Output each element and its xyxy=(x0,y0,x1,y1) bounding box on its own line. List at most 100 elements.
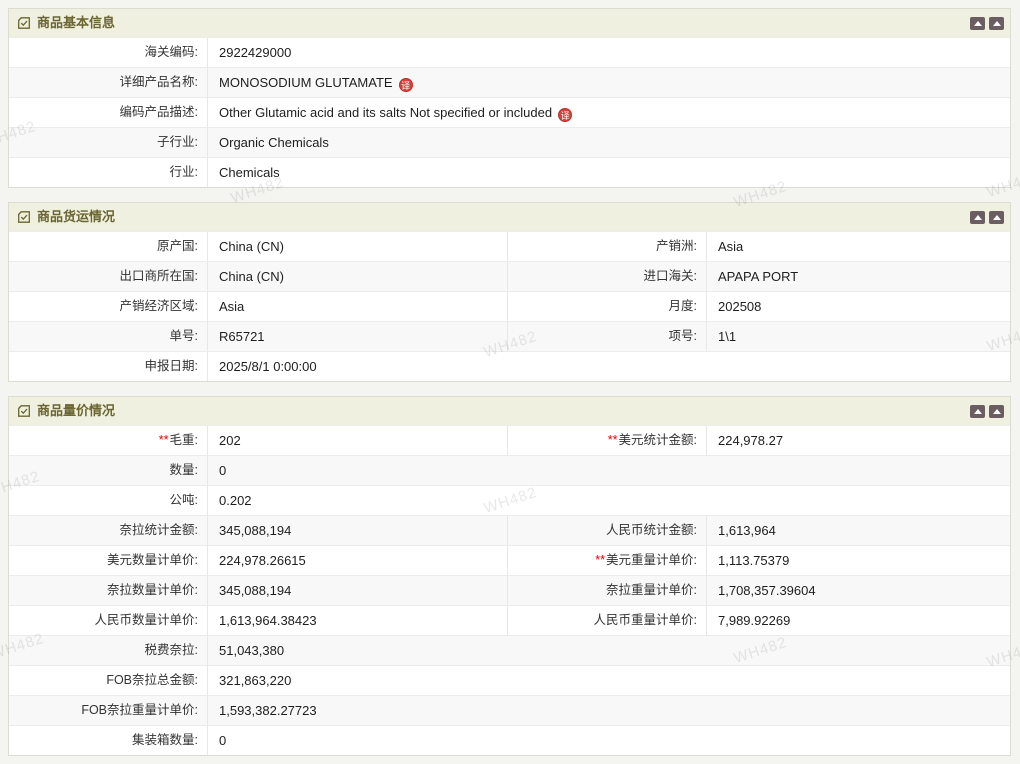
up-triangle-icon xyxy=(974,215,982,220)
field-value: Asia xyxy=(208,292,508,321)
checklist-icon xyxy=(17,16,31,30)
field-label: 原产国: xyxy=(9,232,208,261)
table-row: 原产国: China (CN) 产销洲: Asia xyxy=(9,231,1010,261)
collapse-all-button[interactable] xyxy=(989,211,1004,224)
translate-badge-icon[interactable]: 译 xyxy=(399,78,413,92)
table-row: 行业:Chemicals xyxy=(9,157,1010,187)
field-label-text: 编码产品描述: xyxy=(120,105,198,119)
field-value-text: 345,088,194 xyxy=(219,583,291,598)
table-row: 数量: 0 xyxy=(9,455,1010,485)
field-value-text: 51,043,380 xyxy=(219,643,284,658)
field-value: R65721 xyxy=(208,322,508,351)
field-value-text: 1,113.75379 xyxy=(718,553,789,568)
field-label-text: 产销经济区域: xyxy=(120,299,198,313)
field-value-text: China (CN) xyxy=(219,239,284,254)
field-label-text: 奈拉重量计单价: xyxy=(606,583,697,597)
field-label: 出口商所在国: xyxy=(9,262,208,291)
field-value: China (CN) xyxy=(208,232,508,261)
field-label: 子行业: xyxy=(9,128,208,157)
field-value-text: China (CN) xyxy=(219,269,284,284)
field-value-text: 1,593,382.27723 xyxy=(219,703,317,718)
field-value-text: 1,708,357.39604 xyxy=(718,583,816,598)
field-label-text: 进口海关: xyxy=(644,269,697,283)
field-label: **毛重: xyxy=(9,426,208,455)
field-value: Other Glutamic acid and its salts Not sp… xyxy=(208,98,1010,127)
field-value-text: Asia xyxy=(718,239,743,254)
field-value: 1\1 xyxy=(707,322,1010,351)
field-value-text: MONOSODIUM GLUTAMATE xyxy=(219,75,393,90)
field-label-text: FOB奈拉总金额: xyxy=(106,673,198,687)
field-label-text: 美元重量计单价: xyxy=(606,553,697,567)
field-value: 345,088,194 xyxy=(208,516,508,545)
field-label-text: FOB奈拉重量计单价: xyxy=(81,703,198,717)
table-row: 奈拉数量计单价: 345,088,194 奈拉重量计单价: 1,708,357.396… xyxy=(9,575,1010,605)
required-mark: ** xyxy=(608,433,618,447)
required-mark: ** xyxy=(159,433,169,447)
field-value-text: 0 xyxy=(219,463,226,478)
field-label: 产销洲: xyxy=(507,232,707,261)
collapse-all-button[interactable] xyxy=(989,405,1004,418)
field-value: 0 xyxy=(208,456,1010,485)
field-value-text: Chemicals xyxy=(219,165,280,180)
collapse-section-button[interactable] xyxy=(970,17,985,30)
field-label: 申报日期: xyxy=(9,352,208,381)
field-label-text: 人民币重量计单价: xyxy=(594,613,697,627)
table-row: 集装箱数量:0 xyxy=(9,725,1010,755)
field-label-text: 税费奈拉: xyxy=(145,643,198,657)
collapse-section-button[interactable] xyxy=(970,211,985,224)
field-label-text: 奈拉统计金额: xyxy=(120,523,198,537)
field-value-text: 321,863,220 xyxy=(219,673,291,688)
field-label: 美元数量计单价: xyxy=(9,546,208,575)
table-row: 人民币数量计单价:1,613,964.38423人民币重量计单价:7,989.9… xyxy=(9,605,1010,635)
field-value-text: 2922429000 xyxy=(219,45,291,60)
field-value-text: 7,989.92269 xyxy=(718,613,790,628)
field-label: 海关编码: xyxy=(9,38,208,67)
field-value: 1,593,382.27723 xyxy=(208,696,1010,725)
field-label: **美元重量计单价: xyxy=(507,546,707,575)
collapse-all-button[interactable] xyxy=(989,17,1004,30)
field-label-text: 数量: xyxy=(170,463,198,477)
field-value: APAPA PORT xyxy=(707,262,1010,291)
field-value-text: 2025/8/1 0:00:00 xyxy=(219,359,317,374)
field-label-text: 美元数量计单价: xyxy=(107,553,198,567)
field-value: 321,863,220 xyxy=(208,666,1010,695)
field-label-text: 项号: xyxy=(669,329,697,343)
table-row: FOB奈拉重量计单价: 1,593,382.27723 xyxy=(9,695,1010,725)
section-header: 商品量价情况 xyxy=(9,397,1010,425)
field-label-text: 月度: xyxy=(669,299,697,313)
field-label: 详细产品名称: xyxy=(9,68,208,97)
field-value: MONOSODIUM GLUTAMATE 译 xyxy=(208,68,1010,97)
field-value: 0.202 xyxy=(208,486,1010,515)
table-row: 出口商所在国: China (CN) 进口海关: APAPA PORT xyxy=(9,261,1010,291)
field-value: China (CN) xyxy=(208,262,508,291)
up-triangle-icon xyxy=(974,409,982,414)
table-row: 子行业:Organic Chemicals xyxy=(9,127,1010,157)
field-label-text: 产销洲: xyxy=(656,239,697,253)
field-value-text: 345,088,194 xyxy=(219,523,291,538)
table-row: 申报日期: 2025/8/1 0:00:00 xyxy=(9,351,1010,381)
field-label-text: 人民币统计金额: xyxy=(606,523,697,537)
field-label-text: 奈拉数量计单价: xyxy=(107,583,198,597)
field-value-text: 202 xyxy=(219,433,241,448)
section-title: 商品货运情况 xyxy=(37,203,115,231)
field-label: FOB奈拉总金额: xyxy=(9,666,208,695)
field-value: 202 xyxy=(208,426,508,455)
field-label-text: 原产国: xyxy=(157,239,198,253)
field-value: 202508 xyxy=(707,292,1010,321)
field-value-text: 224,978.26615 xyxy=(219,553,306,568)
field-label: 项号: xyxy=(507,322,707,351)
field-value: Chemicals xyxy=(208,158,1010,187)
section-panel: 商品量价情况**毛重:202**美元统计金额:224,978.27数量:0公吨:… xyxy=(8,396,1011,756)
table-row: 税费奈拉: 51,043,380 xyxy=(9,635,1010,665)
table-row: 详细产品名称: MONOSODIUM GLUTAMATE 译 xyxy=(9,67,1010,97)
collapse-section-button[interactable] xyxy=(970,405,985,418)
field-label: 单号: xyxy=(9,322,208,351)
section-title: 商品基本信息 xyxy=(37,9,115,37)
field-label-text: 公吨: xyxy=(170,493,198,507)
field-label-text: 出口商所在国: xyxy=(120,269,198,283)
table-row: 单号:R65721 项号: 1\1 xyxy=(9,321,1010,351)
translate-badge-icon[interactable]: 译 xyxy=(558,108,572,122)
field-value: 2025/8/1 0:00:00 xyxy=(208,352,1010,381)
field-label: 集装箱数量: xyxy=(9,726,208,755)
field-value: 51,043,380 xyxy=(208,636,1010,665)
